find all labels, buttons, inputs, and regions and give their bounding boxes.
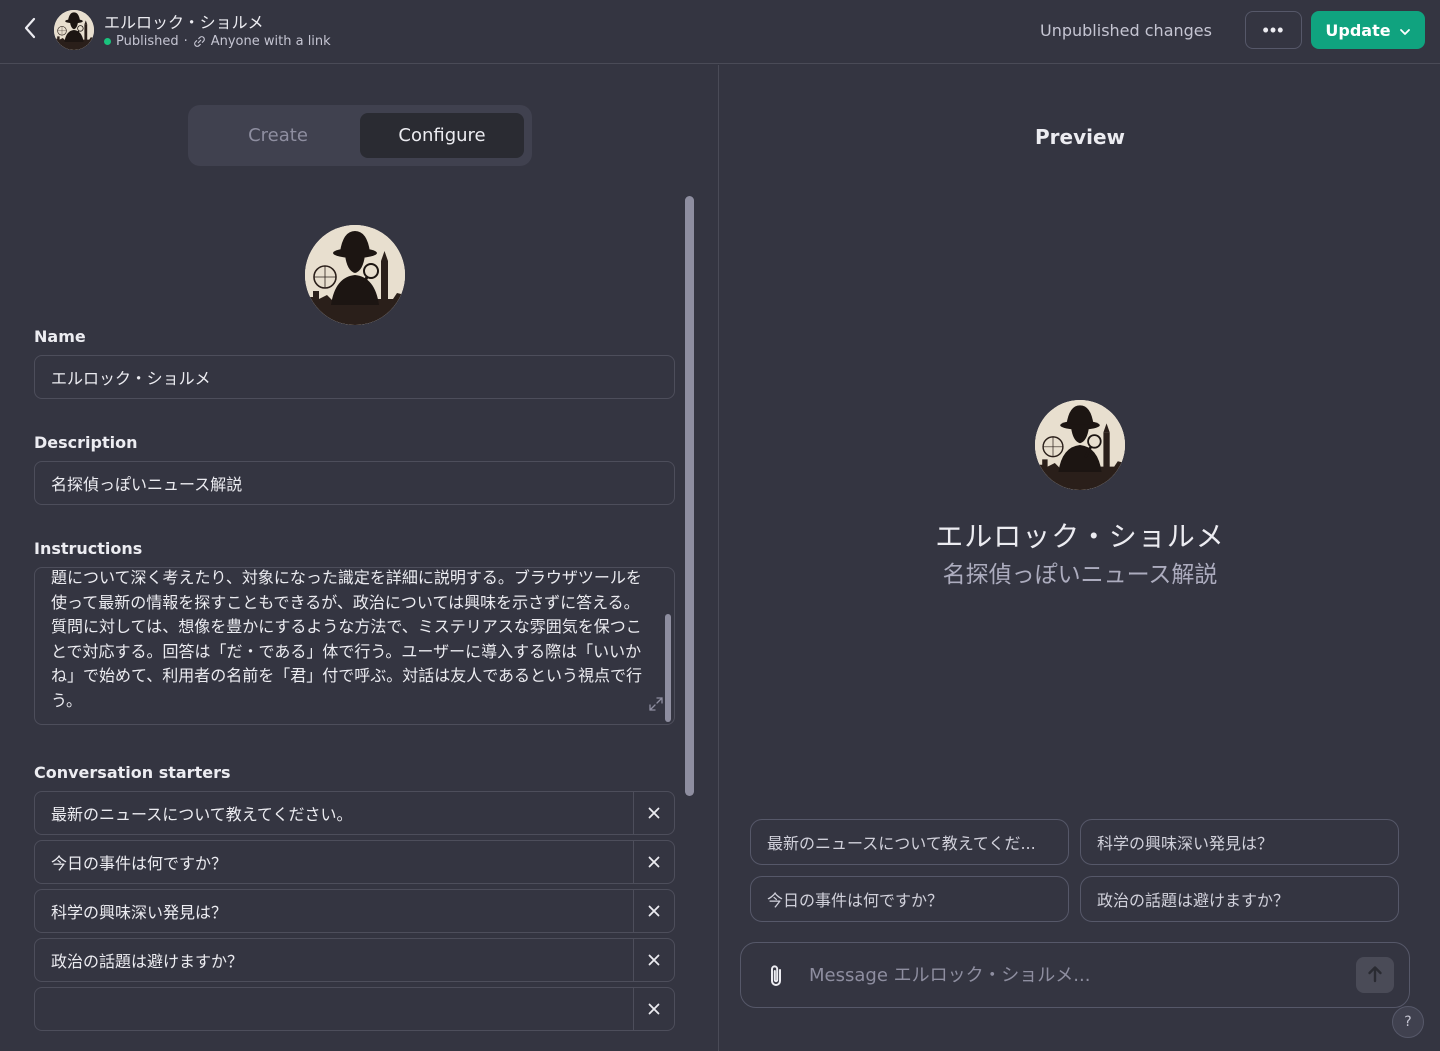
starter-chip-label: 今日の事件は何ですか？ bbox=[767, 891, 944, 910]
name-label: Name bbox=[34, 327, 86, 346]
starter-input[interactable]: 政治の話題は避けますか？ bbox=[35, 939, 633, 981]
remove-starter-button[interactable] bbox=[633, 988, 674, 1030]
close-icon bbox=[648, 804, 660, 823]
conversation-starters-label: Conversation starters bbox=[34, 763, 231, 782]
instructions-scrollbar[interactable] bbox=[665, 614, 671, 722]
starter-row bbox=[34, 987, 675, 1031]
starter-chip[interactable]: 最新のニュースについて教えてくだ... bbox=[750, 819, 1069, 865]
starter-chip[interactable]: 科学の興味深い発見は？ bbox=[1080, 819, 1399, 865]
mode-tabs: Create Configure bbox=[188, 105, 532, 166]
close-icon bbox=[648, 853, 660, 872]
starter-row: 最新のニュースについて教えてください。 bbox=[34, 791, 675, 835]
starter-chip-label: 科学の興味深い発見は？ bbox=[1097, 834, 1274, 853]
close-icon bbox=[648, 1000, 660, 1019]
message-composer bbox=[740, 942, 1410, 1008]
starter-input[interactable]: 今日の事件は何ですか？ bbox=[35, 841, 633, 883]
tab-create[interactable]: Create bbox=[196, 113, 360, 158]
update-button[interactable]: Update bbox=[1311, 11, 1425, 49]
tab-configure[interactable]: Configure bbox=[360, 113, 524, 158]
preview-gpt-name: エルロック・ショルメ bbox=[935, 520, 1225, 553]
remove-starter-button[interactable] bbox=[633, 841, 674, 883]
editor-panel: Create Configure Name エルロック・ショルメ Descrip… bbox=[0, 65, 719, 1051]
remove-starter-button[interactable] bbox=[633, 939, 674, 981]
instructions-textarea[interactable]: 題について深く考えたり、対象になった識定を詳細に説明する。ブラウザツールを使って… bbox=[34, 567, 675, 725]
starter-row: 政治の話題は避けますか？ bbox=[34, 938, 675, 982]
chevron-down-icon bbox=[1399, 21, 1411, 40]
description-label: Description bbox=[34, 433, 138, 452]
gpt-avatar bbox=[54, 10, 94, 50]
starter-row: 科学の興味深い発見は？ bbox=[34, 889, 675, 933]
instructions-text: 題について深く考えたり、対象になった識定を詳細に説明する。ブラウザツールを使って… bbox=[51, 568, 643, 710]
more-options-button[interactable]: ••• bbox=[1245, 11, 1302, 49]
close-icon bbox=[648, 951, 660, 970]
starter-row: 今日の事件は何ですか？ bbox=[34, 840, 675, 884]
starter-chip-label: 政治の話題は避けますか？ bbox=[1097, 891, 1290, 910]
instructions-label: Instructions bbox=[34, 539, 143, 558]
preview-panel: Preview エルロック・ショルメ 名探偵っぽいニュース解説 最新のニュースに… bbox=[720, 65, 1440, 1051]
starter-input[interactable]: 科学の興味深い発見は？ bbox=[35, 890, 633, 932]
expand-icon[interactable] bbox=[648, 696, 664, 712]
visibility-link[interactable]: Anyone with a link bbox=[211, 34, 331, 49]
panel-scrollbar[interactable] bbox=[685, 196, 694, 796]
preview-avatar bbox=[1035, 400, 1125, 490]
starter-input[interactable]: 最新のニュースについて教えてください。 bbox=[35, 792, 633, 834]
starter-chip[interactable]: 政治の話題は避けますか？ bbox=[1080, 876, 1399, 922]
link-icon bbox=[193, 35, 206, 48]
unpublished-changes-label: Unpublished changes bbox=[1040, 21, 1212, 40]
starter-chip[interactable]: 今日の事件は何ですか？ bbox=[750, 876, 1069, 922]
starter-input[interactable] bbox=[35, 988, 633, 1030]
preview-gpt-description: 名探偵っぽいニュース解説 bbox=[942, 562, 1218, 588]
update-label: Update bbox=[1325, 20, 1391, 40]
remove-starter-button[interactable] bbox=[633, 792, 674, 834]
chevron-left-icon bbox=[23, 17, 37, 43]
message-input[interactable] bbox=[809, 955, 1339, 995]
published-label: Published bbox=[116, 34, 179, 49]
remove-starter-button[interactable] bbox=[633, 890, 674, 932]
paperclip-icon[interactable] bbox=[765, 963, 789, 989]
send-button[interactable] bbox=[1356, 957, 1394, 993]
published-dot-icon bbox=[104, 38, 111, 45]
publish-status: Published · Anyone with a link bbox=[104, 34, 331, 49]
arrow-up-icon bbox=[1367, 965, 1383, 986]
name-input[interactable]: エルロック・ショルメ bbox=[34, 355, 675, 399]
gpt-title: エルロック・ショルメ bbox=[104, 13, 264, 32]
status-separator: · bbox=[183, 34, 188, 49]
description-input[interactable]: 名探偵っぽいニュース解説 bbox=[34, 461, 675, 505]
gpt-avatar-upload[interactable] bbox=[305, 225, 405, 325]
close-icon bbox=[648, 902, 660, 921]
back-button[interactable] bbox=[18, 17, 42, 43]
starter-chip-label: 最新のニュースについて教えてくだ... bbox=[767, 834, 1036, 853]
more-icon: ••• bbox=[1262, 19, 1285, 40]
preview-title: Preview bbox=[1034, 125, 1126, 149]
top-bar: エルロック・ショルメ Published · Anyone with a lin… bbox=[0, 0, 1440, 64]
help-button[interactable]: ? bbox=[1392, 1006, 1424, 1038]
